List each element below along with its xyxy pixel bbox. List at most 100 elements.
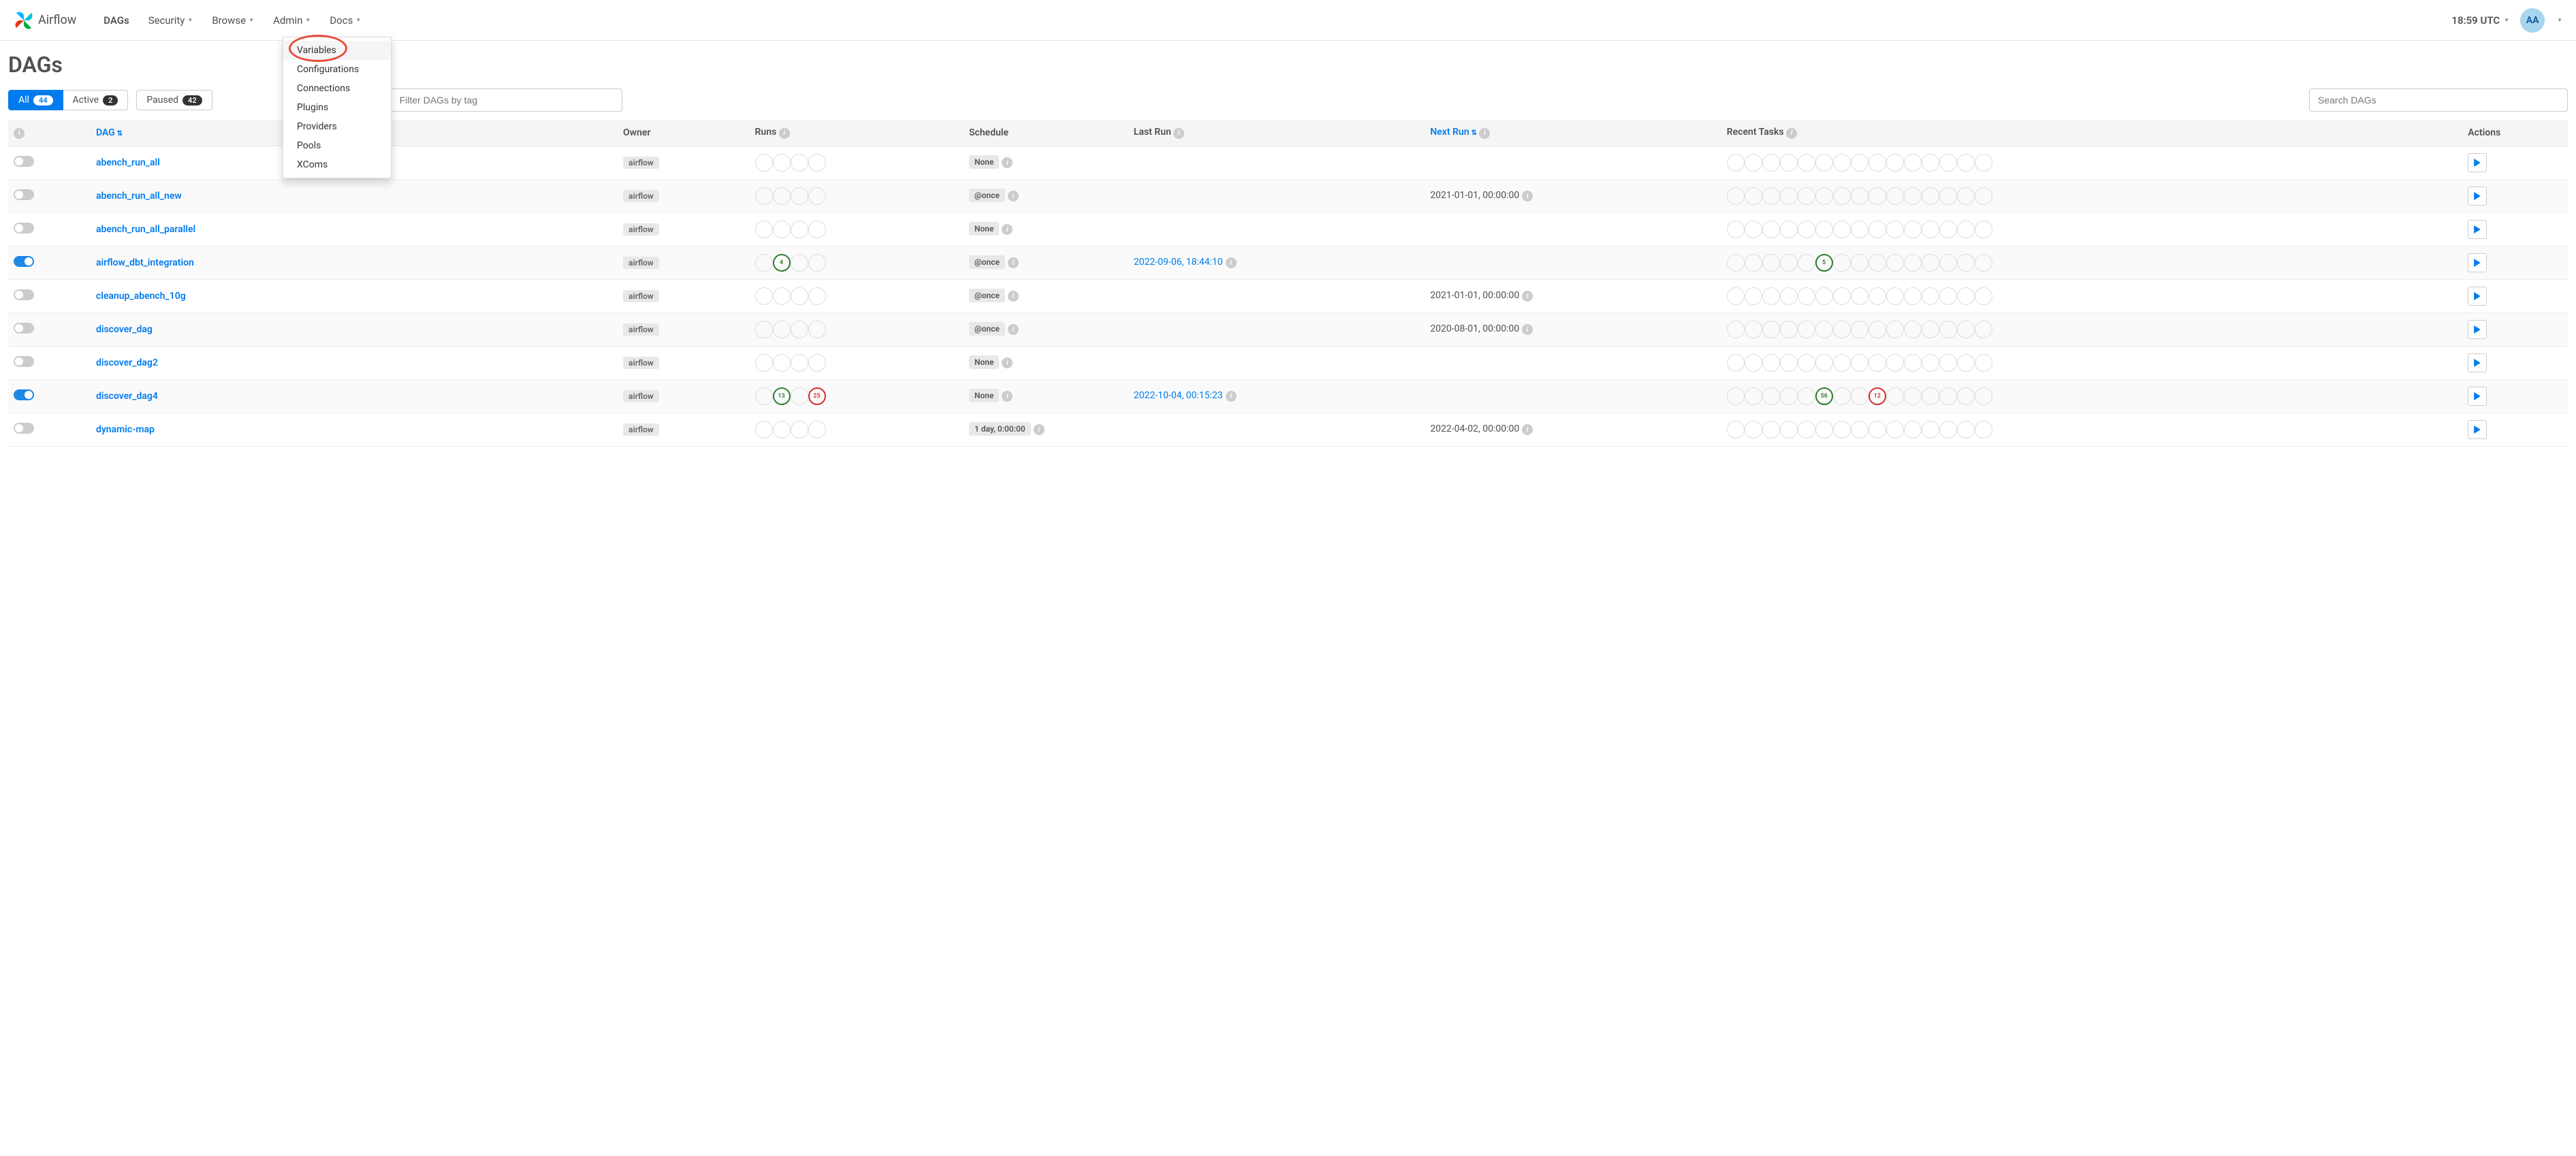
nav-browse[interactable]: Browse▼: [212, 14, 254, 27]
task-circle[interactable]: [1904, 421, 1922, 438]
schedule-tag[interactable]: @once: [969, 289, 1005, 302]
schedule-tag[interactable]: None: [969, 355, 999, 369]
dag-link[interactable]: abench_run_all: [96, 157, 160, 168]
menu-configurations[interactable]: Configurations: [283, 60, 391, 79]
dag-toggle[interactable]: [14, 389, 34, 400]
nav-dags[interactable]: DAGs: [104, 14, 129, 27]
run-circle[interactable]: [773, 187, 791, 205]
task-circle[interactable]: [1869, 321, 1886, 338]
task-circle[interactable]: [1851, 154, 1869, 172]
task-circle[interactable]: [1762, 187, 1780, 205]
task-circle[interactable]: [1780, 421, 1798, 438]
task-circle[interactable]: [1727, 254, 1745, 272]
schedule-tag[interactable]: None: [969, 389, 999, 402]
filter-all[interactable]: All 44: [8, 90, 63, 110]
menu-connections[interactable]: Connections: [283, 79, 391, 98]
task-circle[interactable]: [1904, 387, 1922, 405]
task-circle[interactable]: [1886, 321, 1904, 338]
task-circle[interactable]: [1798, 287, 1815, 305]
schedule-tag[interactable]: @once: [969, 255, 1005, 269]
task-circle[interactable]: [1780, 254, 1798, 272]
task-circle[interactable]: [1762, 354, 1780, 372]
task-circle[interactable]: [1886, 287, 1904, 305]
task-circle[interactable]: [1975, 254, 1992, 272]
task-circle[interactable]: [1780, 321, 1798, 338]
info-icon[interactable]: i: [1786, 128, 1797, 139]
info-icon[interactable]: i: [1008, 191, 1019, 202]
task-circle[interactable]: [1815, 221, 1833, 238]
info-icon[interactable]: i: [1002, 224, 1013, 235]
logo[interactable]: Airflow: [14, 10, 76, 31]
task-circle[interactable]: [1922, 287, 1939, 305]
task-circle[interactable]: [1851, 387, 1869, 405]
schedule-tag[interactable]: @once: [969, 322, 1005, 336]
task-circle[interactable]: [1886, 387, 1904, 405]
dag-link[interactable]: discover_dag: [96, 324, 153, 335]
task-circle[interactable]: [1780, 387, 1798, 405]
task-circle[interactable]: [1975, 221, 1992, 238]
task-circle[interactable]: [1851, 354, 1869, 372]
task-circle[interactable]: [1833, 421, 1851, 438]
task-circle[interactable]: [1886, 354, 1904, 372]
dag-toggle[interactable]: [14, 289, 34, 300]
owner-tag[interactable]: airflow: [623, 257, 659, 269]
task-circle[interactable]: [1869, 154, 1886, 172]
task-circle[interactable]: [1780, 354, 1798, 372]
run-circle[interactable]: [755, 254, 773, 272]
dag-link[interactable]: cleanup_abench_10g: [96, 291, 186, 302]
task-circle[interactable]: [1727, 354, 1745, 372]
run-circle[interactable]: [808, 321, 826, 338]
task-circle[interactable]: [1851, 187, 1869, 205]
filter-active[interactable]: Active 2: [63, 90, 129, 110]
info-icon[interactable]: i: [1479, 128, 1490, 139]
schedule-tag[interactable]: @once: [969, 189, 1005, 202]
task-circle[interactable]: [1939, 387, 1957, 405]
nav-admin[interactable]: Admin▼: [273, 14, 311, 27]
info-icon[interactable]: i: [1226, 257, 1237, 268]
info-icon[interactable]: i: [1034, 424, 1045, 435]
task-circle[interactable]: [1727, 221, 1745, 238]
task-circle[interactable]: [1745, 221, 1762, 238]
run-circle[interactable]: [791, 321, 808, 338]
run-circle[interactable]: [755, 354, 773, 372]
task-circle[interactable]: [1727, 187, 1745, 205]
task-circle[interactable]: [1798, 221, 1815, 238]
task-circle[interactable]: [1815, 187, 1833, 205]
dag-link[interactable]: discover_dag2: [96, 357, 158, 368]
info-icon[interactable]: i: [1522, 191, 1533, 202]
info-icon[interactable]: i: [1008, 291, 1019, 302]
task-circle[interactable]: [1762, 154, 1780, 172]
task-circle[interactable]: [1904, 287, 1922, 305]
search-input[interactable]: [2309, 89, 2568, 112]
run-circle[interactable]: [791, 387, 808, 405]
task-circle[interactable]: [1833, 254, 1851, 272]
task-circle[interactable]: [1975, 154, 1992, 172]
run-circle[interactable]: [791, 254, 808, 272]
trigger-dag-button[interactable]: [2468, 387, 2487, 406]
nav-docs[interactable]: Docs▼: [330, 14, 361, 27]
dag-link[interactable]: dynamic-map: [96, 424, 155, 435]
owner-tag[interactable]: airflow: [623, 357, 659, 369]
task-circle[interactable]: [1798, 321, 1815, 338]
task-circle[interactable]: [1745, 187, 1762, 205]
run-circle[interactable]: [773, 154, 791, 172]
task-circle[interactable]: [1957, 187, 1975, 205]
clock[interactable]: 18:59 UTC▼: [2451, 14, 2509, 27]
task-circle[interactable]: [1727, 387, 1745, 405]
run-circle[interactable]: [773, 221, 791, 238]
task-circle[interactable]: [1939, 221, 1957, 238]
task-circle[interactable]: [1922, 154, 1939, 172]
task-circle[interactable]: [1762, 321, 1780, 338]
run-circle[interactable]: [808, 221, 826, 238]
run-circle[interactable]: [755, 221, 773, 238]
run-circle[interactable]: [808, 187, 826, 205]
task-circle[interactable]: [1939, 421, 1957, 438]
task-circle[interactable]: [1922, 254, 1939, 272]
run-circle[interactable]: [808, 154, 826, 172]
task-circle[interactable]: [1957, 354, 1975, 372]
run-circle[interactable]: [791, 354, 808, 372]
task-circle[interactable]: [1798, 387, 1815, 405]
schedule-tag[interactable]: 1 day, 0:00:00: [969, 422, 1031, 436]
owner-tag[interactable]: airflow: [623, 390, 659, 402]
task-circle[interactable]: [1780, 154, 1798, 172]
